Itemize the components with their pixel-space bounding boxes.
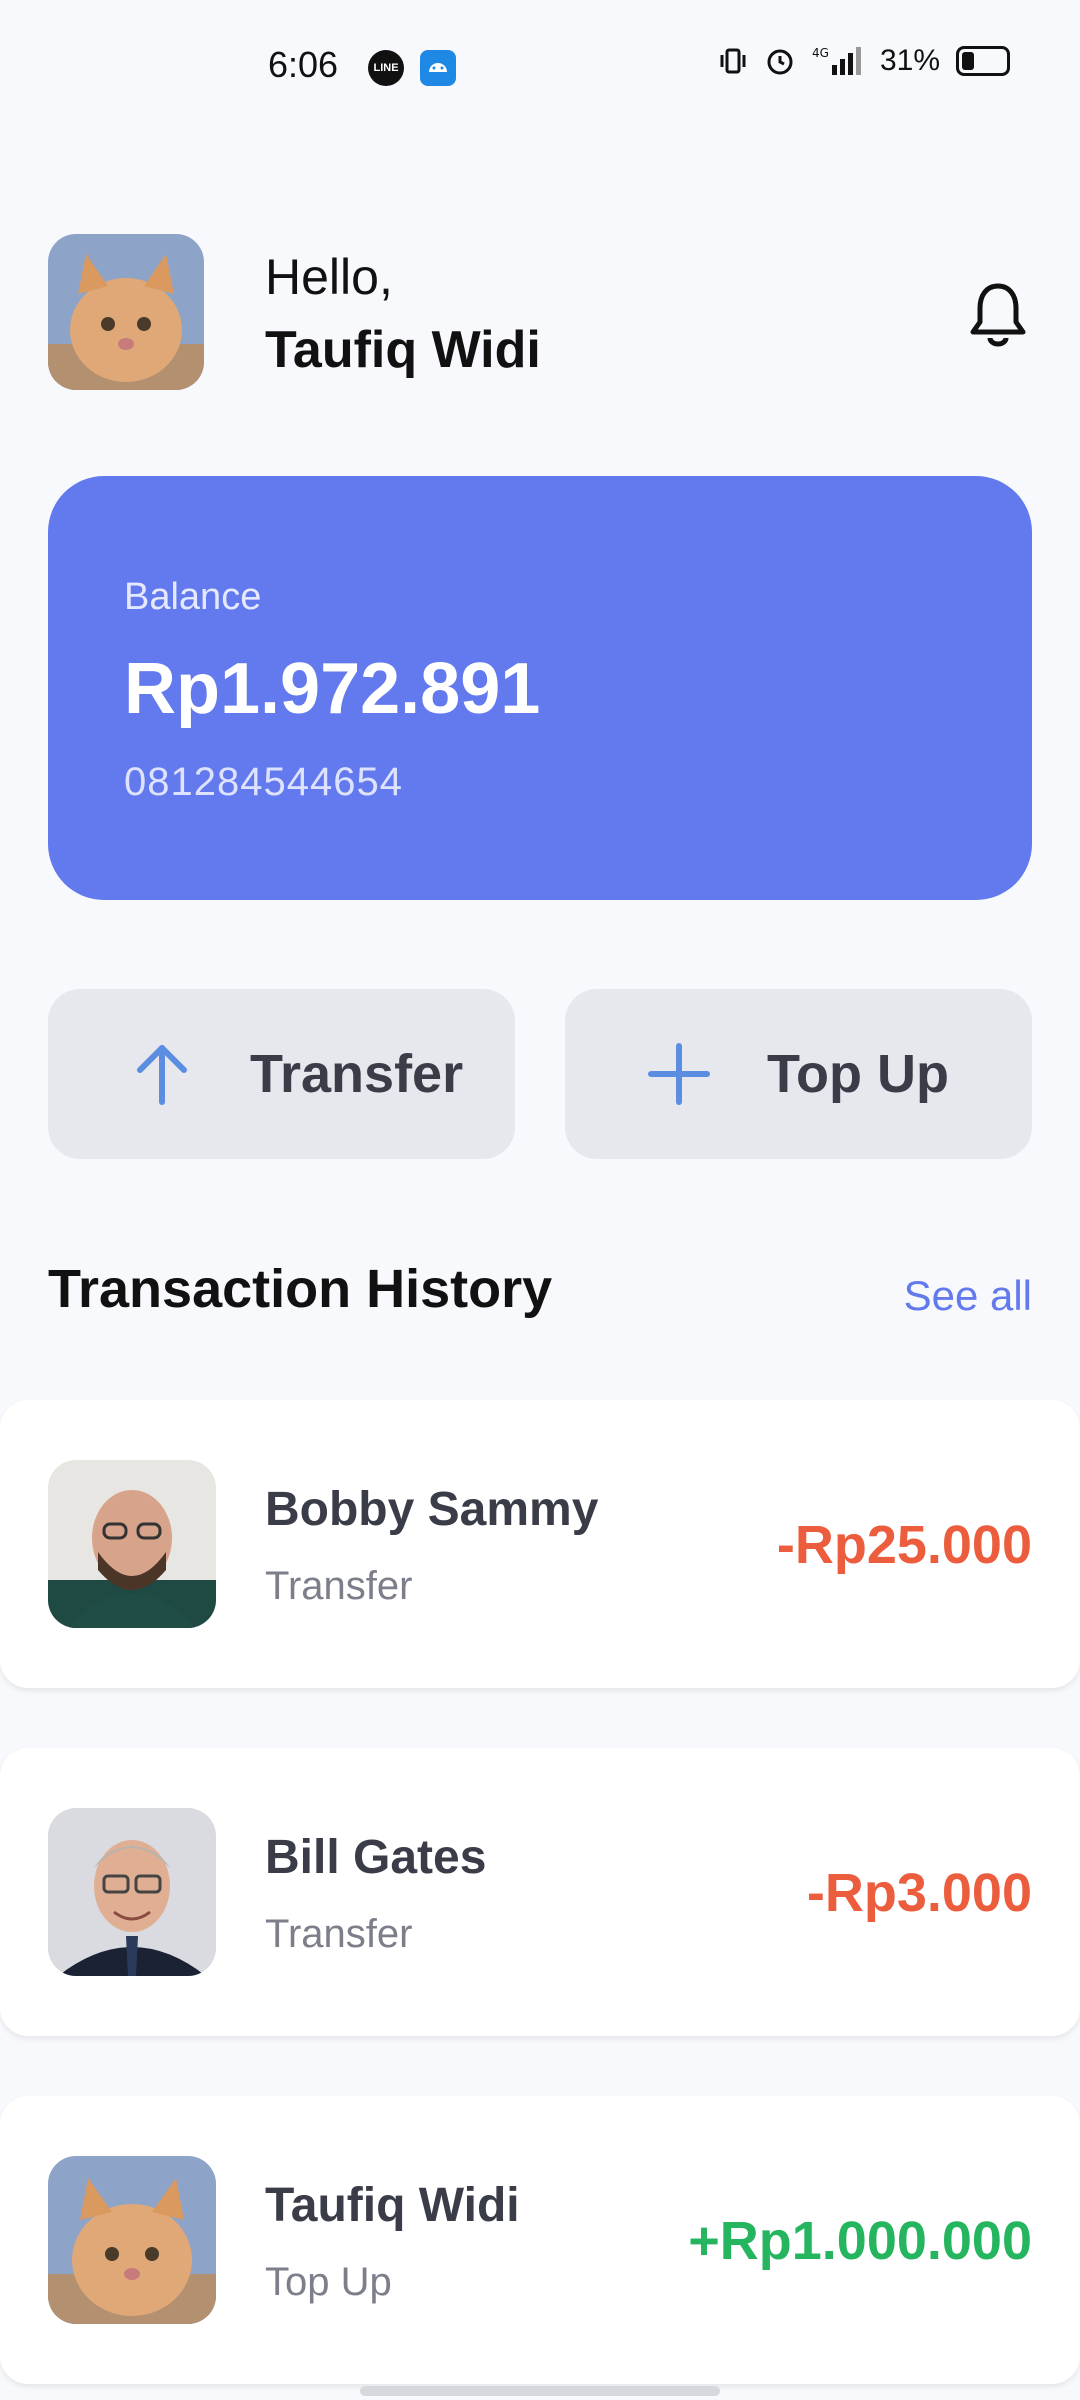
avatar[interactable] bbox=[48, 234, 204, 390]
bell-icon[interactable] bbox=[968, 280, 1028, 348]
transaction-item[interactable]: Bill Gates Transfer -Rp3.000 bbox=[0, 1748, 1080, 2036]
transaction-amount: -Rp3.000 bbox=[806, 1863, 1032, 1923]
battery-icon bbox=[956, 46, 1010, 76]
account-phone-number: 081284544654 bbox=[124, 760, 403, 804]
transaction-amount: -Rp25.000 bbox=[776, 1515, 1032, 1575]
balance-card: Balance Rp1.972.891 081284544654 bbox=[48, 476, 1032, 900]
svg-text:4G: 4G bbox=[812, 46, 829, 60]
top-up-label: Top Up bbox=[767, 1044, 949, 1104]
battery-percent: 31% bbox=[879, 44, 940, 77]
transaction-type: Transfer bbox=[265, 1912, 413, 1956]
android-app-icon bbox=[420, 50, 456, 86]
line-app-icon-text: LINE bbox=[373, 62, 399, 74]
transaction-name: Taufiq Widi bbox=[265, 2179, 520, 2232]
arrow-up-icon bbox=[137, 1045, 187, 1105]
status-time: 6:06 bbox=[268, 44, 339, 85]
transaction-history-title: Transaction History bbox=[48, 1259, 553, 1319]
transaction-amount: +Rp1.000.000 bbox=[688, 2211, 1032, 2271]
transaction-name: Bill Gates bbox=[265, 1831, 487, 1884]
transaction-avatar bbox=[48, 2156, 216, 2324]
signal-4g-icon: 4G bbox=[812, 46, 861, 75]
home-indicator[interactable] bbox=[360, 2386, 720, 2396]
balance-label: Balance bbox=[124, 576, 262, 618]
plus-icon bbox=[648, 1043, 710, 1105]
greeting-text: Hello, bbox=[265, 249, 393, 305]
transfer-label: Transfer bbox=[250, 1044, 464, 1104]
top-up-button[interactable]: Top Up bbox=[565, 989, 1032, 1159]
transaction-type: Transfer bbox=[265, 1564, 413, 1608]
status-right-group: 4G 31% bbox=[718, 44, 1010, 78]
transaction-type: Top Up bbox=[265, 2260, 392, 2304]
transaction-item[interactable]: Taufiq Widi Top Up +Rp1.000.000 bbox=[0, 2096, 1080, 2384]
transaction-avatar bbox=[48, 1460, 216, 1628]
transaction-avatar bbox=[48, 1808, 216, 1976]
status-bar: 6:06 LINE 4G 31% bbox=[0, 0, 1080, 140]
transaction-item[interactable]: Bobby Sammy Transfer -Rp25.000 bbox=[0, 1400, 1080, 1688]
alarm-icon bbox=[767, 49, 793, 75]
transaction-name: Bobby Sammy bbox=[265, 1483, 599, 1536]
line-app-icon: LINE bbox=[368, 50, 404, 86]
transfer-button[interactable]: Transfer bbox=[48, 989, 515, 1159]
vibrate-icon bbox=[720, 48, 746, 74]
see-all-link[interactable]: See all bbox=[904, 1272, 1032, 1320]
balance-amount: Rp1.972.891 bbox=[124, 649, 541, 729]
user-name: Taufiq Widi bbox=[265, 321, 541, 379]
